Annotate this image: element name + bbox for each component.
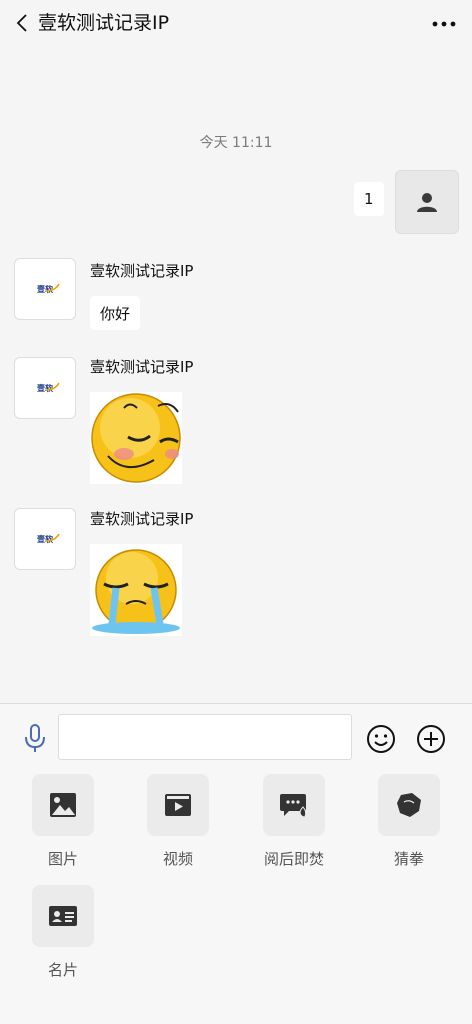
tool-rock-paper-scissors[interactable]: 猜拳: [369, 774, 449, 869]
sender-avatar[interactable]: 壹软: [14, 508, 76, 570]
tool-image-button[interactable]: [32, 774, 94, 836]
video-icon: [165, 794, 191, 816]
tool-label: 猜拳: [393, 850, 424, 868]
tool-rps-button[interactable]: [378, 774, 440, 836]
message-input-bar: [0, 703, 472, 772]
contact-card-icon: [49, 906, 77, 926]
self-message-bubble[interactable]: 1: [354, 182, 384, 216]
sender-avatar[interactable]: 壹软: [14, 258, 76, 320]
more-button[interactable]: [430, 12, 458, 36]
message-timestamp: 今天 11:11: [199, 135, 273, 151]
chat-title: 壹软测试记录IP: [38, 12, 170, 34]
logo-swoosh-icon: [45, 382, 60, 391]
sender-name: 壹软测试记录IP: [90, 358, 194, 376]
tool-burn-button[interactable]: [263, 774, 325, 836]
user-icon: [417, 193, 437, 212]
tool-video[interactable]: 视频: [138, 774, 218, 869]
tool-label: 视频: [162, 850, 193, 868]
sender-name: 壹软测试记录IP: [90, 262, 194, 280]
sender-name: 壹软测试记录IP: [90, 510, 194, 528]
attachment-panel: 图片 视频 阅后即焚 猜拳 名片: [0, 771, 472, 1024]
tool-label: 阅后即焚: [263, 850, 324, 868]
more-dots-icon: [432, 21, 456, 27]
tool-label: 图片: [47, 850, 78, 868]
self-avatar[interactable]: [395, 170, 459, 234]
smirk-emoji-sticker[interactable]: [90, 392, 182, 484]
smiley-icon[interactable]: [366, 724, 396, 754]
tool-burn-after-read[interactable]: 阅后即焚: [254, 774, 334, 869]
chat-header: 壹软测试记录IP: [0, 0, 472, 46]
tool-contact-card[interactable]: 名片: [23, 885, 103, 980]
chevron-left-icon: [16, 14, 27, 32]
image-icon: [50, 793, 76, 817]
message-input[interactable]: [58, 714, 352, 760]
logo-swoosh-icon: [45, 283, 60, 292]
sender-avatar[interactable]: 壹软: [14, 357, 76, 419]
tool-video-button[interactable]: [147, 774, 209, 836]
burn-message-icon: [280, 794, 307, 818]
back-button[interactable]: [10, 11, 34, 35]
microphone-icon[interactable]: [22, 723, 48, 753]
tool-card-button[interactable]: [32, 885, 94, 947]
logo-swoosh-icon: [45, 533, 60, 542]
tool-image[interactable]: 图片: [23, 774, 103, 869]
received-message-bubble[interactable]: 你好: [90, 296, 141, 330]
tool-label: 名片: [47, 961, 78, 979]
chat-area[interactable]: 今天 11:11 1 壹软 壹软测试记录IP 你好 壹软 壹软测试记录IP 壹软…: [0, 46, 472, 703]
crying-emoji-sticker[interactable]: [90, 544, 182, 636]
rock-paper-scissors-icon: [397, 793, 421, 817]
plus-circle-icon[interactable]: [416, 724, 446, 754]
